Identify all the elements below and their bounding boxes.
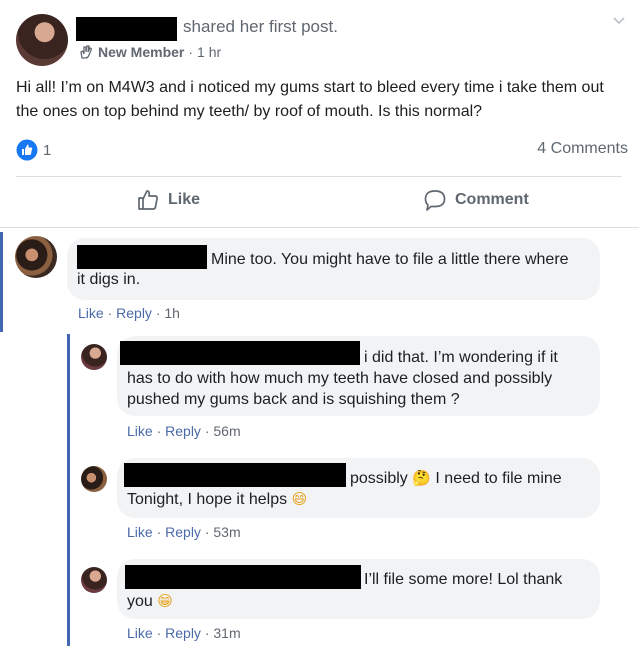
- redacted-poster-name: [76, 17, 177, 41]
- reply-reply-link[interactable]: Reply: [165, 524, 201, 540]
- poster-avatar[interactable]: [16, 14, 68, 66]
- comment-text: Mine too. You might have to file a littl…: [211, 251, 569, 268]
- comment-bubble-icon: [424, 190, 446, 211]
- thread-indicator: [0, 232, 3, 332]
- reply-text: has to do with how much my teeth have cl…: [127, 370, 553, 387]
- reply-thread-indicator: [67, 334, 70, 646]
- separator: ·: [107, 305, 117, 321]
- reply-text: possibly 🤔 I need to file mine: [350, 469, 562, 489]
- reply-text-part: Tonight, I hope it helps: [127, 491, 288, 508]
- reply-time[interactable]: 56m: [213, 423, 240, 439]
- reply-reply-link[interactable]: Reply: [165, 423, 201, 439]
- post-body-text: Hi all! I’m on M4W3 and i noticed my gum…: [16, 79, 604, 120]
- reply-text: I’ll file some more! Lol thank: [364, 571, 563, 588]
- new-member-badge: New Member: [98, 44, 185, 60]
- post-divider-bottom: [0, 227, 639, 228]
- shared-post-text: shared her first post.: [183, 17, 338, 36]
- reaction-count: 1: [43, 141, 52, 159]
- replier-avatar[interactable]: [81, 567, 107, 593]
- comment-like-link[interactable]: Like: [78, 305, 104, 321]
- reply-text: you 😁: [127, 592, 173, 612]
- reply-reply-link[interactable]: Reply: [165, 625, 201, 641]
- post-meta: New Member · 1 hr: [78, 44, 221, 60]
- reply-text-part: I need to file mine: [435, 470, 562, 487]
- post-divider-top: [16, 176, 622, 177]
- reply-text-part: you: [127, 593, 153, 610]
- replier-avatar[interactable]: [81, 466, 107, 492]
- comment-time[interactable]: 1h: [164, 305, 180, 321]
- chevron-down-icon[interactable]: [612, 16, 626, 26]
- reply-actions: Like · Reply · 56m: [127, 423, 241, 439]
- meta-separator: ·: [188, 44, 194, 60]
- replier-avatar[interactable]: [81, 344, 107, 370]
- redacted-commenter-name: [77, 245, 207, 269]
- reply-text: pushed my gums back and is squishing the…: [127, 391, 460, 408]
- reaction-summary[interactable]: 1: [16, 139, 51, 161]
- redacted-replier-name: [124, 463, 346, 487]
- comment-text: it digs in.: [77, 271, 141, 288]
- thumbs-up-icon: [138, 190, 158, 210]
- redacted-replier-name: [120, 341, 360, 365]
- separator: ·: [156, 625, 166, 641]
- reply-text: i did that. I’m wondering if it: [364, 349, 558, 366]
- comments-count[interactable]: 4 Comments: [537, 140, 628, 158]
- reply-like-link[interactable]: Like: [127, 423, 153, 439]
- separator: ·: [156, 423, 166, 439]
- comment-actions: Like · Reply · 1h: [78, 305, 180, 321]
- like-button-label: Like: [168, 191, 201, 208]
- wave-hand-icon: [80, 45, 93, 59]
- reply-actions: Like · Reply · 31m: [127, 625, 241, 641]
- reply-text: Tonight, I hope it helps 😄: [127, 490, 307, 510]
- like-reaction-icon: [16, 139, 38, 161]
- commenter-avatar[interactable]: [15, 236, 57, 278]
- post-time[interactable]: 1 hr: [197, 44, 221, 60]
- reply-time[interactable]: 31m: [213, 625, 240, 641]
- grinning-emoji-icon: 😄: [291, 490, 308, 509]
- comment-reply-link[interactable]: Reply: [116, 305, 152, 321]
- grinning-squint-emoji-icon: 😁: [157, 592, 173, 611]
- thinking-emoji-icon: 🤔: [412, 469, 431, 488]
- reply-like-link[interactable]: Like: [127, 524, 153, 540]
- reply-like-link[interactable]: Like: [127, 625, 153, 641]
- like-button[interactable]: Like: [136, 188, 200, 212]
- comment-button-label: Comment: [455, 191, 529, 208]
- redacted-replier-name: [125, 565, 361, 589]
- separator: ·: [156, 524, 166, 540]
- comment-button[interactable]: Comment: [423, 188, 529, 212]
- reply-text-part: possibly: [350, 470, 408, 487]
- reply-time[interactable]: 53m: [213, 524, 240, 540]
- reply-actions: Like · Reply · 53m: [127, 524, 241, 540]
